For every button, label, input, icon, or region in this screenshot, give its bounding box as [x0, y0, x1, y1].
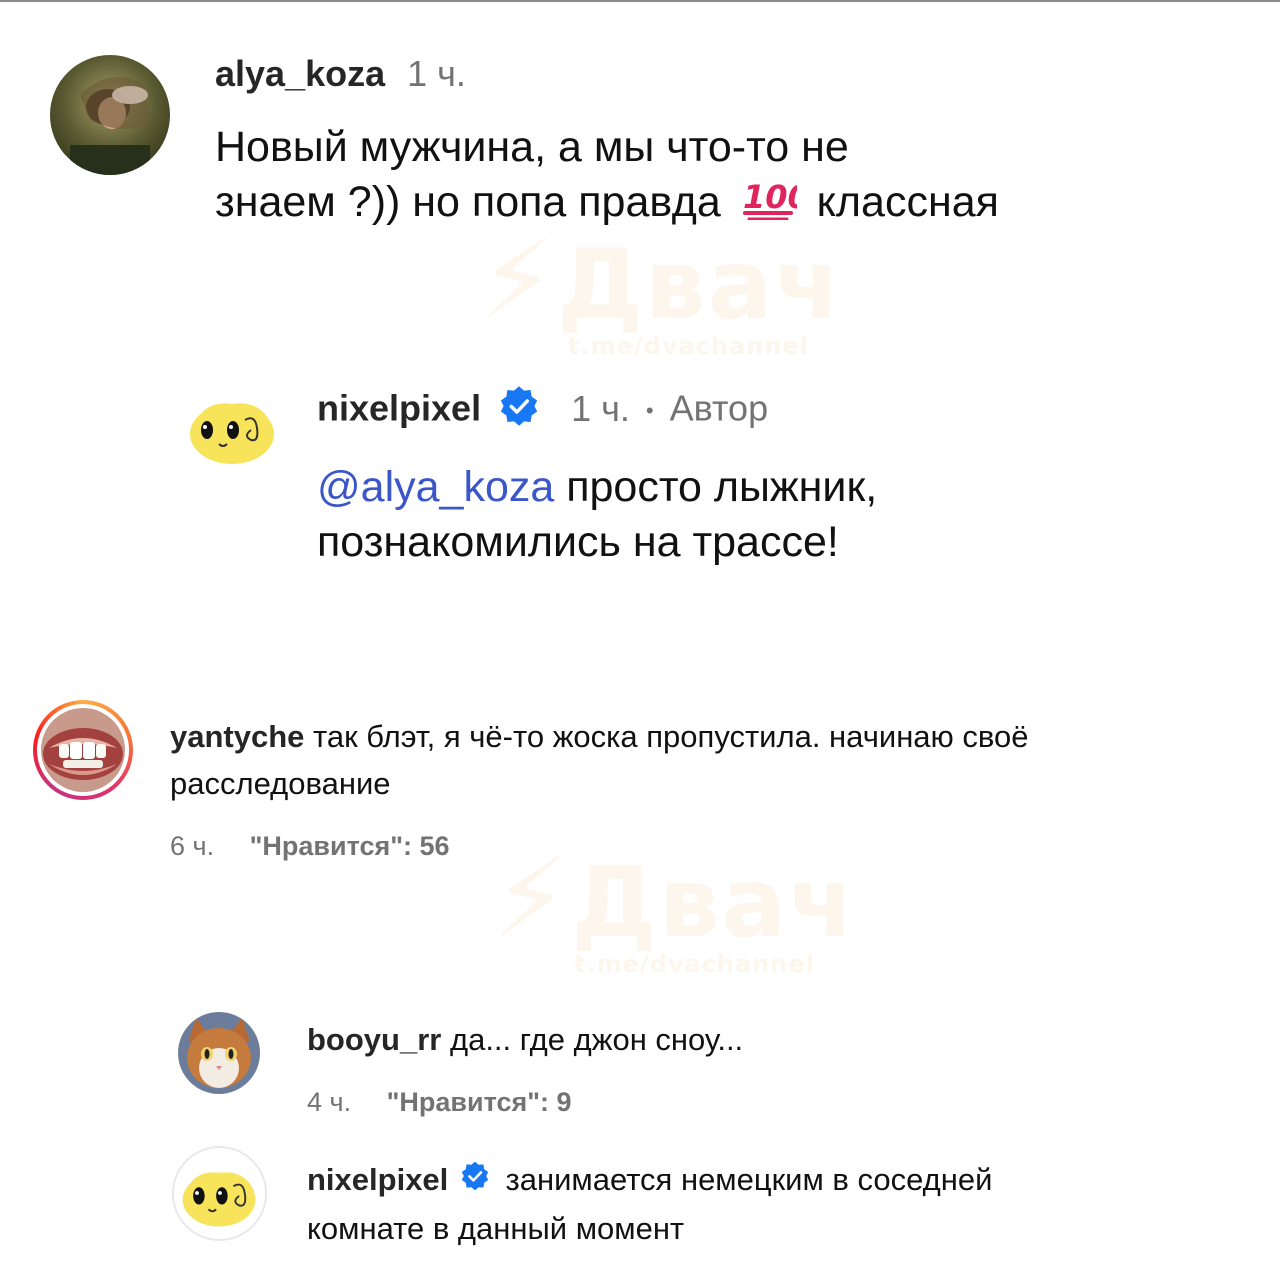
comment-text-line: знаем ?)) но попа правда 100 классная	[215, 175, 999, 234]
comment-username[interactable]: yantyche	[170, 719, 304, 754]
avatar-nixelpixel[interactable]	[172, 1146, 267, 1241]
comment-text-part: классная	[816, 178, 999, 226]
comment-username[interactable]: nixelpixel	[317, 388, 481, 429]
avatar-yantyche	[41, 708, 125, 792]
comment-time: 4 ч.	[307, 1087, 352, 1117]
comment-footer: 6 ч. "Нравится": 56	[170, 828, 450, 864]
comment-text-part: так блэт, я чё-то жоска пропустила. начи…	[313, 719, 1029, 754]
comment-text-line: расследование	[170, 766, 391, 801]
comment-time: 1 ч.	[571, 387, 630, 429]
comment-text-line: Новый мужчина, а мы что-то не	[215, 123, 849, 171]
comment-username[interactable]: booyu_rr	[307, 1022, 441, 1057]
comment-text: booyu_rr да... где джон сноу...	[307, 1016, 743, 1063]
author-label: Автор	[669, 387, 769, 429]
comment-text-part: знаем ?)) но попа правда	[215, 178, 721, 226]
watermark: ⚡Двач t.me/dvachannel	[478, 216, 843, 360]
separator-dot: •	[645, 398, 654, 423]
comment-text-part: просто лыжник,	[566, 463, 878, 511]
watermark-brand: Двач	[571, 847, 857, 959]
mention-link[interactable]: @alya_koza	[317, 463, 554, 511]
watermark: ⚡Двач t.me/dvachannel	[492, 834, 857, 978]
story-ring[interactable]	[33, 700, 133, 800]
comment-text: nixelpixel занимается немецким в соседне…	[307, 1156, 1247, 1252]
comment-text-line: @alya_koza просто лыжник,	[317, 460, 877, 515]
comment-text: yantyche так блэт, я чё-то жоска пропуст…	[170, 713, 1250, 807]
comment-username[interactable]: nixelpixel	[307, 1162, 448, 1197]
comment-text-part: да... где джон сноу...	[449, 1022, 744, 1057]
comment-footer: 4 ч. "Нравится": 9	[307, 1084, 572, 1120]
watermark-brand: Двач	[557, 229, 843, 341]
comment-time: 6 ч.	[170, 831, 215, 861]
svg-text:100: 100	[743, 178, 797, 216]
avatar-booyu-rr[interactable]	[178, 1012, 260, 1094]
avatar-nixelpixel[interactable]	[185, 380, 280, 475]
watermark-handle: t.me/dvachannel	[568, 332, 809, 360]
verified-badge-icon	[459, 1158, 491, 1205]
comment-text-part: занимается немецким в соседней	[505, 1162, 993, 1197]
comment-text: Новый мужчина, а мы что-то не знаем ?)) …	[215, 120, 999, 234]
comment-text-line: nixelpixel занимается немецким в соседне…	[307, 1156, 1247, 1205]
avatar-alya-koza[interactable]	[50, 55, 170, 175]
likes-count[interactable]: "Нравится": 56	[250, 831, 450, 861]
comment-text-line: познакомились на трассе!	[317, 518, 839, 566]
top-divider	[0, 0, 1280, 2]
watermark-handle: t.me/dvachannel	[574, 950, 815, 978]
comment-header: nixelpixel 1 ч. • Автор	[317, 384, 768, 438]
comment-text: @alya_koza просто лыжник, познакомились …	[317, 460, 877, 570]
likes-count[interactable]: "Нравится": 9	[387, 1087, 572, 1117]
comment-text-line: комнате в данный момент	[307, 1211, 685, 1247]
hundred-points-icon: 100	[741, 176, 809, 234]
comment-username[interactable]: alya_koza	[215, 53, 385, 94]
verified-badge-icon	[497, 384, 541, 438]
comment-header: alya_koza 1 ч.	[215, 52, 466, 96]
comment-time: 1 ч.	[407, 53, 466, 94]
